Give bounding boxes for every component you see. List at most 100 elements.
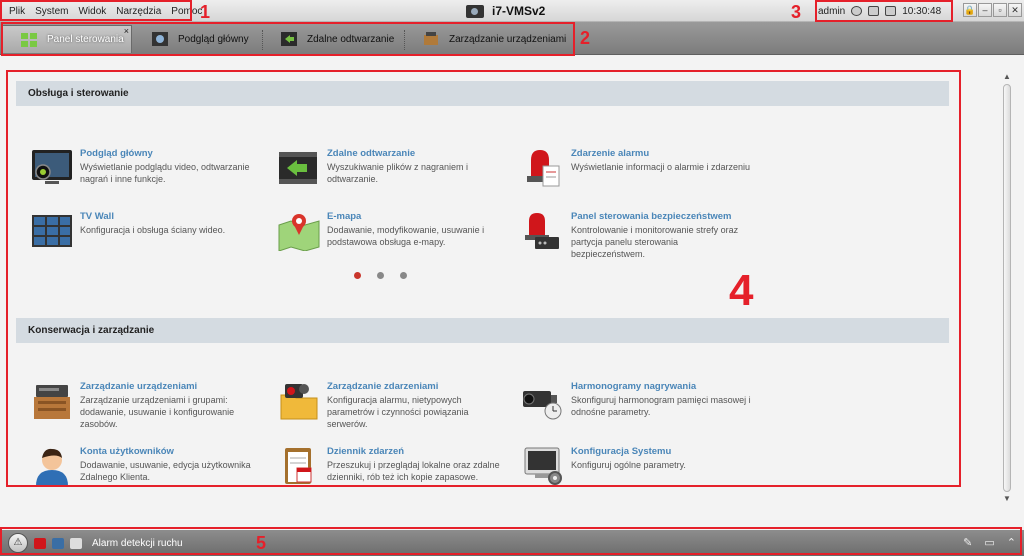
item-title[interactable]: Zarządzanie zdarzeniami — [327, 381, 507, 392]
item-desc: Konfiguracja alarmu, nietypowych paramet… — [327, 395, 469, 429]
current-user[interactable]: admin — [818, 6, 845, 17]
page-dot-1[interactable] — [354, 272, 361, 279]
item-recording-schedule[interactable]: Harmonogramy nagrywania Skonfiguruj harm… — [521, 381, 751, 421]
camera-schedule-icon — [523, 391, 562, 420]
item-user-accounts[interactable]: Konta użytkowników Dodawanie, usuwanie, … — [30, 446, 260, 486]
item-tv-wall[interactable]: TV Wall Konfiguracja i obsługa ściany wi… — [30, 211, 260, 251]
item-desc: Przeszukuj i przeglądaj lokalne oraz zda… — [327, 460, 500, 482]
item-device-management[interactable]: Zarządzanie urządzeniami Zarządzanie urz… — [30, 381, 260, 430]
annotation-number-3: 3 — [791, 2, 802, 22]
app-title-text: i7-VMSv2 — [492, 4, 546, 18]
annotation-number-5: 5 — [256, 533, 267, 553]
user-icon — [36, 448, 68, 486]
event-folder-icon — [280, 384, 318, 420]
security-panel-icon — [525, 213, 559, 249]
alarm-text: Alarm detekcji ruchu — [92, 537, 183, 549]
tab-label: Podgląd główny — [178, 33, 249, 45]
playback-icon — [281, 32, 297, 46]
tab-bar: Panel sterowania × Podgląd główny Zdalne… — [0, 22, 1024, 55]
item-title[interactable]: Panel sterowania bezpieczeństwem — [571, 211, 751, 222]
item-title[interactable]: Konta użytkowników — [80, 446, 260, 457]
close-button[interactable]: ✕ — [1008, 3, 1022, 17]
item-desc: Wyszukiwanie plików z nagraniem i odtwar… — [327, 162, 468, 184]
ram-icon[interactable] — [885, 6, 897, 16]
item-title[interactable]: Harmonogramy nagrywania — [571, 381, 751, 392]
item-system-config[interactable]: Konfiguracja Systemu Konfiguruj ogólne p… — [521, 446, 751, 486]
item-desc: Wyświetlanie informacji o alarmie i zdar… — [571, 162, 750, 172]
minimize-button[interactable]: – — [978, 3, 992, 17]
item-alarm-event[interactable]: Zdarzenie alarmu Wyświetlanie informacji… — [521, 148, 751, 188]
alarm-warning-icon[interactable]: ⚠ — [8, 533, 28, 553]
item-title[interactable]: Podgląd główny — [80, 148, 260, 159]
clock: 10:30:48 — [902, 5, 942, 17]
item-title[interactable]: Zarządzanie urządzeniami — [80, 381, 260, 392]
item-title[interactable]: Zdalne odtwarzanie — [327, 148, 507, 159]
item-e-map[interactable]: E-mapa Dodawanie, modyfikowanie, usuwani… — [277, 211, 507, 251]
network-icon[interactable] — [851, 6, 863, 16]
vertical-scrollbar[interactable]: ▲ ▼ — [1002, 72, 1012, 512]
menu-system[interactable]: System — [30, 6, 73, 17]
alarm-light-icon — [527, 150, 560, 187]
calendar-log-icon — [285, 448, 312, 484]
tab-control-panel[interactable]: Panel sterowania × — [2, 25, 132, 53]
pin-icon[interactable]: ✎ — [963, 536, 972, 549]
cpu-icon[interactable] — [868, 6, 880, 16]
page-dot-2[interactable] — [377, 272, 384, 279]
restore-button[interactable]: ▫ — [993, 3, 1007, 17]
tv-wall-icon — [32, 215, 72, 247]
tab-remote-playback[interactable]: Zdalne odtwarzanie — [263, 25, 404, 53]
item-event-management[interactable]: Zarządzanie zdarzeniami Konfiguracja ala… — [277, 381, 507, 430]
annotation-number-4: 4 — [729, 266, 754, 315]
item-desc: Kontrolowanie i monitorowanie strefy ora… — [571, 225, 739, 259]
alarm-light-icon[interactable] — [34, 537, 46, 549]
tab-close-icon[interactable]: × — [124, 26, 129, 36]
page-dot-3[interactable] — [400, 272, 407, 279]
item-title[interactable]: TV Wall — [80, 211, 225, 222]
item-event-log[interactable]: Dziennik zdarzeń Przeszukuj i przeglądaj… — [277, 446, 507, 486]
section-header-maintenance: Konserwacja i zarządzanie — [16, 318, 949, 343]
item-desc: Wyświetlanie podglądu video, odtwarzanie… — [80, 162, 250, 184]
status-area: admin 10:30:48 — [818, 2, 941, 20]
item-desc: Zarządzanie urządzeniami i grupami: doda… — [80, 395, 235, 429]
item-desc: Skonfiguruj harmonogram pamięci masowej … — [571, 395, 751, 417]
lock-icon[interactable]: 🔒 — [963, 3, 977, 17]
monitor-icon — [32, 150, 72, 184]
item-security-panel[interactable]: Panel sterowania bezpieczeństwem Kontrol… — [521, 211, 751, 260]
tab-main-view[interactable]: Podgląd główny — [134, 25, 262, 53]
expand-icon[interactable]: ⌃ — [1007, 536, 1016, 549]
annotation-number-2: 2 — [580, 28, 591, 48]
bottom-controls: ✎ ▭ ⌃ — [963, 536, 1016, 549]
scroll-up-icon[interactable]: ▲ — [1002, 72, 1012, 82]
device-icon — [34, 385, 70, 419]
monitor-icon[interactable] — [52, 537, 64, 549]
item-title[interactable]: Konfiguracja Systemu — [571, 446, 686, 457]
window-icon[interactable]: ▭ — [984, 536, 994, 549]
menu-file[interactable]: Plik — [4, 6, 30, 17]
item-title[interactable]: E-mapa — [327, 211, 507, 222]
alarm-status-bar: ⚠ Alarm detekcji ruchu ✎ ▭ ⌃ — [0, 530, 1024, 556]
tab-label: Zdalne odtwarzanie — [307, 33, 395, 45]
window-controls: 🔒 – ▫ ✕ — [963, 3, 1022, 17]
device-icon — [424, 32, 438, 45]
playback-icon — [279, 152, 317, 184]
scroll-thumb[interactable] — [1003, 84, 1011, 492]
menu-view[interactable]: Widok — [73, 6, 111, 17]
menu-bar: Plik System Widok Narzędzia Pomoc — [0, 0, 207, 22]
system-config-icon — [524, 447, 562, 485]
tab-label: Panel sterowania — [47, 34, 124, 45]
page-indicator — [354, 272, 407, 279]
title-bar: Plik System Widok Narzędzia Pomoc i7-VMS… — [0, 0, 1024, 22]
speaker-icon[interactable] — [70, 537, 82, 549]
item-title[interactable]: Zdarzenie alarmu — [571, 148, 750, 159]
scroll-down-icon[interactable]: ▼ — [1002, 494, 1012, 504]
item-main-view[interactable]: Podgląd główny Wyświetlanie podglądu vid… — [30, 148, 260, 188]
app-title: i7-VMSv2 — [466, 0, 545, 22]
item-desc: Konfiguruj ogólne parametry. — [571, 460, 686, 470]
item-title[interactable]: Dziennik zdarzeń — [327, 446, 507, 457]
main-view-icon — [152, 32, 168, 46]
section-header-operation: Obsługa i sterowanie — [16, 81, 949, 106]
item-remote-playback[interactable]: Zdalne odtwarzanie Wyszukiwanie plików z… — [277, 148, 507, 188]
tab-device-management[interactable]: Zarządzanie urządzeniami — [405, 25, 575, 53]
item-desc: Dodawanie, usuwanie, edycja użytkownika … — [80, 460, 251, 482]
menu-tools[interactable]: Narzędzia — [111, 6, 166, 17]
